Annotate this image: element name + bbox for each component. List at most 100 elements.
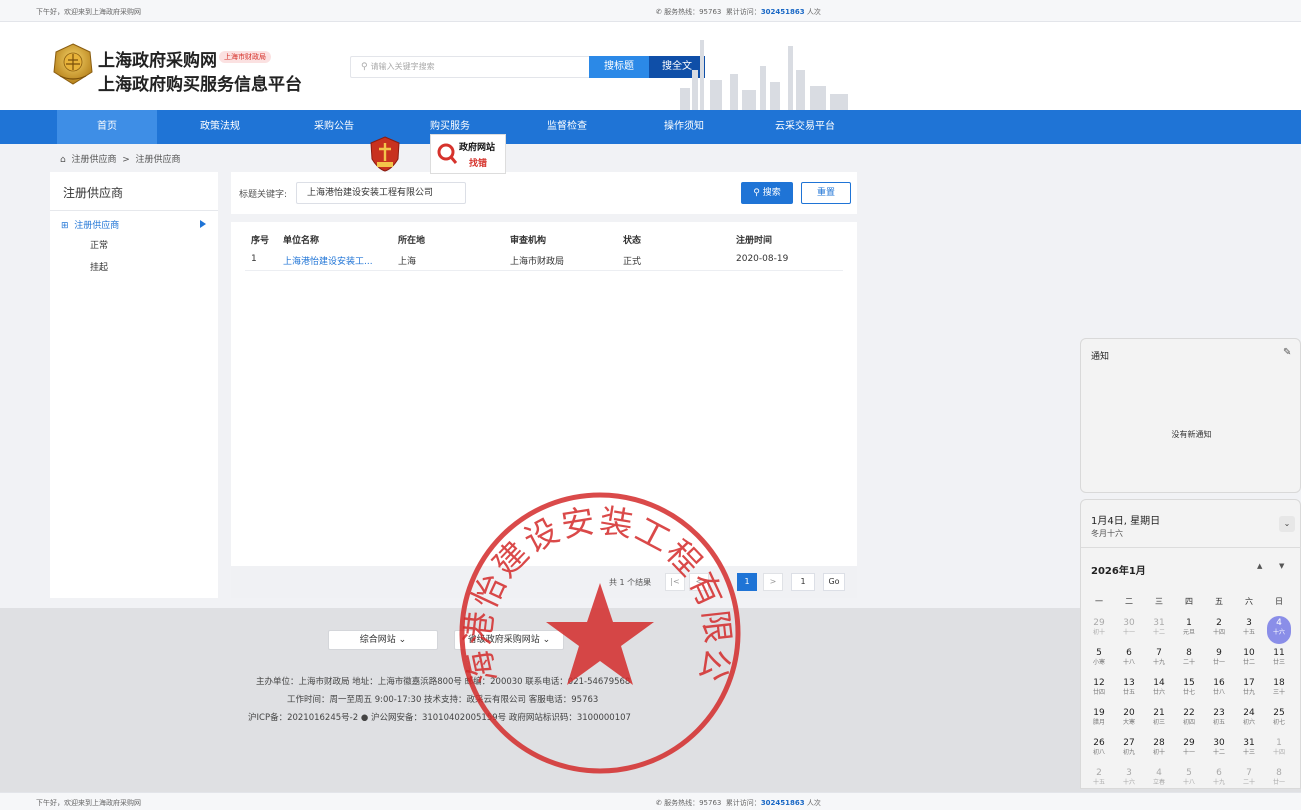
calendar-day[interactable]: 16 廿八 xyxy=(1206,676,1232,704)
calendar-day[interactable]: 14 廿六 xyxy=(1146,676,1172,704)
col-header-company: 单位名称 xyxy=(283,236,320,246)
footer-sponsor: 主办单位：上海市财政局 地址：上海市徽嘉浜路800号 邮编：200030 联系电… xyxy=(256,677,631,687)
calendar-day[interactable]: 23 初五 xyxy=(1206,706,1232,734)
calendar-day[interactable]: 30 十一 xyxy=(1116,616,1142,644)
search-title-button[interactable]: 搜标题 xyxy=(589,56,649,78)
calendar-day[interactable]: 5 小寒 xyxy=(1086,646,1112,674)
result-count: 共 1 个结果 xyxy=(609,578,652,587)
sidebar: 注册供应商 ⊞ 注册供应商 正常 挂起 xyxy=(50,172,218,598)
calendar-day[interactable]: 21 初三 xyxy=(1146,706,1172,734)
calendar-day[interactable]: 13 廿五 xyxy=(1116,676,1142,704)
calendar-day[interactable]: 29 十一 xyxy=(1176,736,1202,764)
calendar-day[interactable]: 19 腊月 xyxy=(1086,706,1112,734)
expand-icon[interactable]: ⊞ xyxy=(61,221,69,231)
calendar-day[interactable]: 8 二十 xyxy=(1176,646,1202,674)
next-page-button[interactable]: > xyxy=(763,573,783,591)
calendar-day[interactable]: 30 十二 xyxy=(1206,736,1232,764)
go-button[interactable]: Go xyxy=(823,573,845,591)
weekday-header: 三 xyxy=(1155,597,1163,606)
calendar-day[interactable]: 4 立春 xyxy=(1146,766,1172,794)
city-skyline-image xyxy=(680,40,848,110)
search-input[interactable]: ⚲ 请输入关键字搜索 xyxy=(350,56,590,78)
calendar-day[interactable]: 18 三十 xyxy=(1266,676,1292,704)
sidebar-item-registered[interactable]: ⊞ 注册供应商 xyxy=(61,218,119,231)
search-button[interactable]: ⚲ 搜索 xyxy=(741,182,793,204)
page-number-input[interactable]: 1 xyxy=(791,573,815,591)
site-title: 上海政府采购网 xyxy=(98,51,217,71)
home-icon[interactable]: ⌂ xyxy=(60,155,66,165)
calendar-day[interactable]: 12 廿四 xyxy=(1086,676,1112,704)
calendar-month-label[interactable]: 2026年1月 xyxy=(1091,562,1146,577)
calendar-day[interactable]: 3 十六 xyxy=(1116,766,1142,794)
footer-icp[interactable]: 沪ICP备：2021016245号-2 ● 沪公网安备：310104020051… xyxy=(248,711,631,723)
gov-site-error-report[interactable]: 政府网站 找错 xyxy=(430,134,506,174)
calendar-day[interactable]: 1 元旦 xyxy=(1176,616,1202,644)
active-arrow-icon xyxy=(200,220,206,228)
calendar-day[interactable]: 15 廿七 xyxy=(1176,676,1202,704)
cell-status: 正式 xyxy=(623,257,642,267)
page-1-button[interactable]: 1 xyxy=(737,573,757,591)
divider xyxy=(245,270,843,271)
weekday-header: 五 xyxy=(1215,597,1223,606)
police-badge-icon[interactable] xyxy=(368,135,402,173)
weekday-header: 六 xyxy=(1245,597,1253,606)
calendar-day[interactable]: 31 十三 xyxy=(1236,736,1262,764)
calendar-day[interactable]: 7 二十 xyxy=(1236,766,1262,794)
calendar-day[interactable]: 31 十二 xyxy=(1146,616,1172,644)
calendar-day[interactable]: 9 廿一 xyxy=(1206,646,1232,674)
col-header-location: 所在地 xyxy=(398,236,426,246)
calendar-day[interactable]: 22 初四 xyxy=(1176,706,1202,734)
greeting-text: 下午好，欢迎来到上海政府采购网 xyxy=(36,8,141,16)
col-header-reviewer: 审查机构 xyxy=(510,236,547,246)
general-sites-select[interactable]: 综合网站 ⌄ xyxy=(328,630,438,650)
calendar-day[interactable]: 27 初九 xyxy=(1116,736,1142,764)
sidebar-item-suspended[interactable]: 挂起 xyxy=(90,260,108,273)
first-page-button[interactable]: |< xyxy=(665,573,685,591)
provincial-sites-select[interactable]: 省级政府采购网站 ⌄ xyxy=(454,630,564,650)
calendar-day[interactable]: 11 廿三 xyxy=(1266,646,1292,674)
no-notifications-text: 没有新通知 xyxy=(1171,430,1212,439)
calendar-day[interactable]: 2 十四 xyxy=(1206,616,1232,644)
keyword-input[interactable]: 上海港怡建设安装工程有限公司 xyxy=(296,182,466,204)
cell-location: 上海 xyxy=(398,257,417,267)
nav-cloud-platform[interactable]: 云采交易平台 xyxy=(735,110,875,144)
calendar-panel: 1月4日, 星期日 冬月十六 ⌄ 2026年1月 ▲ ▼ 一 二 三 四 五 六 日 29 初十… xyxy=(1080,499,1301,789)
cell-reviewer: 上海市财政局 xyxy=(510,257,565,267)
calendar-day[interactable]: 8 廿一 xyxy=(1266,766,1292,794)
calendar-day[interactable]: 3 十五 xyxy=(1236,616,1262,644)
next-month-button[interactable]: ▼ xyxy=(1279,562,1284,570)
cell-company-link[interactable]: 上海港怡建设安装工... xyxy=(283,254,373,267)
breadcrumb-home[interactable]: 注册供应商 xyxy=(71,155,116,165)
col-header-reg-date: 注册时间 xyxy=(736,236,773,246)
nav-instructions[interactable]: 操作须知 xyxy=(634,110,734,144)
notification-settings-icon[interactable]: ✎ xyxy=(1283,347,1291,358)
calendar-day[interactable]: 7 十九 xyxy=(1146,646,1172,674)
filter-panel: 标题关键字: 上海港怡建设安装工程有限公司 ⚲ 搜索 重置 xyxy=(231,172,857,214)
pagination: 共 1 个结果 |< < 1 > 1 Go xyxy=(231,566,857,598)
calendar-day[interactable]: 2 十五 xyxy=(1086,766,1112,794)
calendar-day[interactable]: 20 大寒 xyxy=(1116,706,1142,734)
calendar-day[interactable]: 5 十八 xyxy=(1176,766,1202,794)
nav-supervision[interactable]: 监督检查 xyxy=(517,110,617,144)
prev-month-button[interactable]: ▲ xyxy=(1257,562,1262,570)
calendar-day[interactable]: 28 初十 xyxy=(1146,736,1172,764)
calendar-day-today[interactable]: 4 十六 xyxy=(1267,616,1291,644)
hotline-info: ✆ 服务热线：95763 累计访问：302451863 人次 xyxy=(656,799,821,807)
divider xyxy=(50,210,218,211)
calendar-day[interactable]: 24 初六 xyxy=(1236,706,1262,734)
reset-button[interactable]: 重置 xyxy=(801,182,851,204)
calendar-day[interactable]: 10 廿二 xyxy=(1236,646,1262,674)
nav-policy[interactable]: 政策法规 xyxy=(170,110,270,144)
calendar-day[interactable]: 1 十四 xyxy=(1266,736,1292,764)
calendar-day[interactable]: 29 初十 xyxy=(1086,616,1112,644)
calendar-day[interactable]: 26 初八 xyxy=(1086,736,1112,764)
collapse-calendar-button[interactable]: ⌄ xyxy=(1279,516,1295,532)
calendar-day[interactable]: 6 十八 xyxy=(1116,646,1142,674)
sidebar-item-normal[interactable]: 正常 xyxy=(90,238,108,251)
calendar-day[interactable]: 6 十九 xyxy=(1206,766,1232,794)
prev-page-button[interactable]: < xyxy=(689,573,709,591)
calendar-day[interactable]: 17 廿九 xyxy=(1236,676,1262,704)
calendar-day[interactable]: 25 初七 xyxy=(1266,706,1292,734)
nav-home[interactable]: 首页 xyxy=(57,110,157,144)
hotline-info: ✆ 服务热线：95763 累计访问：302451863 人次 xyxy=(656,8,821,16)
